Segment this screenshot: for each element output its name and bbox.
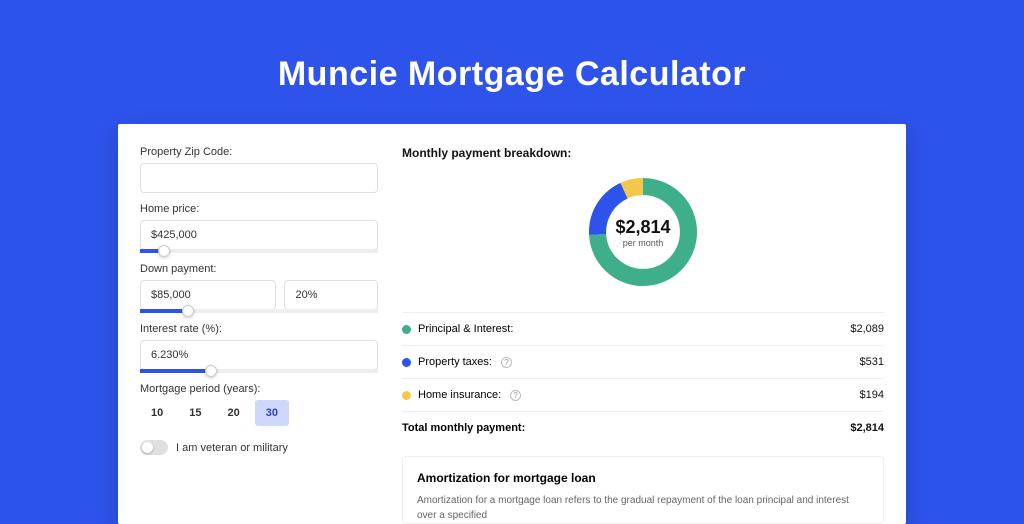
legend-value-taxes: $531 — [860, 356, 884, 368]
total-label: Total monthly payment: — [402, 422, 525, 434]
down-payment-group: Down payment: — [140, 263, 378, 313]
legend-value-principal: $2,089 — [850, 323, 884, 335]
slider-thumb[interactable] — [205, 365, 217, 377]
donut-chart: $2,814 per month — [583, 172, 703, 292]
mortgage-period-group: Mortgage period (years): 10 15 20 30 — [140, 383, 378, 426]
veteran-toggle-row: I am veteran or military — [140, 440, 378, 455]
home-price-label: Home price: — [140, 203, 378, 215]
mortgage-period-label: Mortgage period (years): — [140, 383, 378, 395]
legend-value-insurance: $194 — [860, 389, 884, 401]
amortization-card: Amortization for mortgage loan Amortizat… — [402, 456, 884, 524]
interest-rate-input[interactable] — [140, 340, 378, 370]
info-icon[interactable]: ? — [501, 357, 512, 368]
period-options: 10 15 20 30 — [140, 400, 378, 426]
period-20-button[interactable]: 20 — [217, 400, 251, 426]
breakdown-column: Monthly payment breakdown: $2,814 per mo… — [402, 146, 884, 524]
down-payment-label: Down payment: — [140, 263, 378, 275]
legend-label-taxes: Property taxes: — [418, 356, 492, 368]
period-10-button[interactable]: 10 — [140, 400, 174, 426]
zip-field-group: Property Zip Code: — [140, 146, 378, 193]
slider-thumb[interactable] — [158, 245, 170, 257]
legend-dot-taxes — [402, 358, 411, 367]
veteran-toggle[interactable] — [140, 440, 168, 455]
donut-sub-label: per month — [623, 238, 664, 248]
interest-rate-group: Interest rate (%): — [140, 323, 378, 373]
down-payment-slider[interactable] — [140, 309, 378, 313]
zip-label: Property Zip Code: — [140, 146, 378, 158]
legend-dot-insurance — [402, 391, 411, 400]
down-payment-amount-input[interactable] — [140, 280, 276, 310]
calculator-card: Property Zip Code: Home price: Down paym… — [118, 124, 906, 524]
zip-input[interactable] — [140, 163, 378, 193]
slider-thumb[interactable] — [182, 305, 194, 317]
veteran-toggle-label: I am veteran or military — [176, 442, 288, 454]
home-price-group: Home price: — [140, 203, 378, 253]
legend-label-insurance: Home insurance: — [418, 389, 501, 401]
info-icon[interactable]: ? — [510, 390, 521, 401]
down-payment-percent-input[interactable] — [284, 280, 378, 310]
legend-row-taxes: Property taxes: ? $531 — [402, 345, 884, 378]
legend-label-principal: Principal & Interest: — [418, 323, 513, 335]
legend-row-principal: Principal & Interest: $2,089 — [402, 312, 884, 345]
period-15-button[interactable]: 15 — [178, 400, 212, 426]
legend-row-insurance: Home insurance: ? $194 — [402, 378, 884, 411]
amortization-title: Amortization for mortgage loan — [417, 471, 869, 485]
donut-amount: $2,814 — [615, 217, 670, 238]
amortization-text: Amortization for a mortgage loan refers … — [417, 493, 869, 523]
period-30-button[interactable]: 30 — [255, 400, 289, 426]
breakdown-title: Monthly payment breakdown: — [402, 146, 884, 160]
page-title: Muncie Mortgage Calculator — [0, 0, 1024, 124]
legend-dot-principal — [402, 325, 411, 334]
donut-chart-wrap: $2,814 per month — [402, 160, 884, 312]
form-column: Property Zip Code: Home price: Down paym… — [140, 146, 378, 524]
home-price-slider[interactable] — [140, 249, 378, 253]
interest-rate-slider[interactable] — [140, 369, 378, 373]
home-price-input[interactable] — [140, 220, 378, 250]
legend-row-total: Total monthly payment: $2,814 — [402, 411, 884, 444]
total-value: $2,814 — [850, 422, 884, 434]
interest-rate-label: Interest rate (%): — [140, 323, 378, 335]
